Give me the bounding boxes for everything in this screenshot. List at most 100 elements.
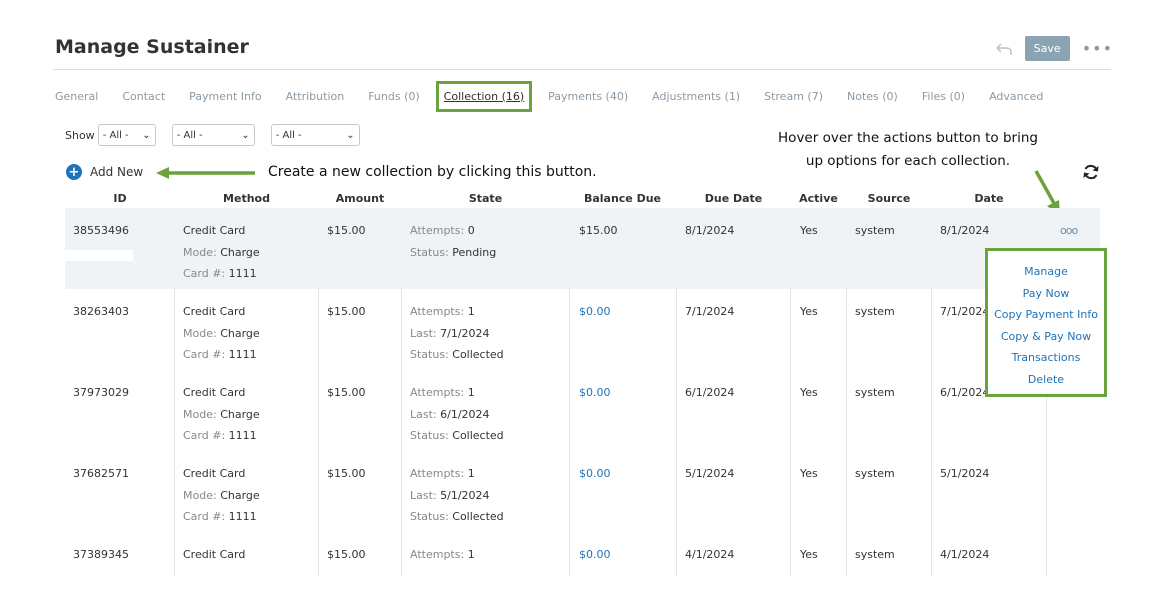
cell-method: Credit Card Mode: Charge Card #: 1111 [183, 382, 260, 447]
column-divider [401, 451, 402, 532]
row-actions-icon[interactable]: ooo [1060, 224, 1078, 237]
cell-balance-due-link[interactable]: $0.00 [579, 544, 611, 566]
tab-adjustments[interactable]: Adjustments (1) [652, 90, 740, 103]
tab-payments[interactable]: Payments (40) [548, 90, 628, 103]
column-divider [790, 289, 791, 370]
mode-label: Mode: [183, 245, 217, 259]
card-label: Card #: [183, 510, 226, 523]
col-header-balance-due[interactable]: Balance Due [569, 192, 676, 205]
filter-select-2-value: - All - [176, 129, 203, 141]
menu-item-copy-and-pay-now[interactable]: Copy & Pay Now [988, 326, 1104, 348]
tab-advanced[interactable]: Advanced [989, 90, 1043, 103]
card-line: Card #: 1111 [183, 344, 260, 366]
cell-active: Yes [800, 305, 818, 318]
col-header-active[interactable]: Active [791, 192, 846, 205]
card-label: Card #: [183, 429, 226, 442]
column-divider [790, 532, 791, 577]
refresh-icon[interactable] [1082, 163, 1100, 181]
tab-funds[interactable]: Funds (0) [368, 90, 419, 103]
status-label: Status: [410, 348, 449, 361]
mode-label: Mode: [183, 326, 217, 340]
last-line: Last: 7/1/2024 [410, 323, 504, 345]
save-button[interactable]: Save [1024, 36, 1070, 61]
table-row[interactable]: 37389345 Credit Card $15.00 Attempts: 1 … [65, 532, 1100, 577]
card-value: 1111 [228, 429, 257, 442]
table-row[interactable]: 37973029 Credit Card Mode: Charge Card #… [65, 370, 1100, 451]
status-value: Pending [452, 245, 497, 259]
table-row[interactable]: 38553496 Credit Card Mode: Charge Card #… [65, 208, 1100, 289]
status-value: Collected [452, 348, 504, 361]
col-header-state[interactable]: State [402, 192, 569, 205]
cell-source: system [855, 467, 895, 480]
cell-source: system [855, 548, 895, 561]
col-header-source[interactable]: Source [846, 192, 932, 205]
cell-balance-due-link[interactable]: $0.00 [579, 301, 611, 323]
show-label: Show [65, 128, 95, 142]
filter-select-3[interactable]: - All - ⌄ [270, 124, 360, 146]
attempts-value: 1 [467, 467, 475, 480]
menu-item-manage[interactable]: Manage [988, 261, 1104, 283]
column-divider [676, 451, 677, 532]
menu-item-transactions[interactable]: Transactions [988, 347, 1104, 369]
last-line: Last: 5/1/2024 [410, 485, 504, 507]
card-line: Card #: 1111 [183, 263, 260, 285]
filter-select-1[interactable]: - All - ⌄ [97, 124, 156, 146]
col-header-due-date[interactable]: Due Date [676, 192, 791, 205]
cell-date: 7/1/2024 [940, 305, 990, 318]
tab-collection[interactable]: Collection (16) [435, 80, 533, 112]
cell-date: 4/1/2024 [940, 548, 990, 561]
col-header-method[interactable]: Method [175, 192, 318, 205]
cell-due-date: 4/1/2024 [685, 548, 735, 561]
column-divider [846, 451, 847, 532]
cell-state: Attempts: 1 [410, 544, 475, 566]
tab-bar: General Contact Payment Info Attribution… [55, 80, 1067, 112]
cell-due-date: 5/1/2024 [685, 467, 735, 480]
tab-contact[interactable]: Contact [122, 90, 165, 103]
col-header-amount[interactable]: Amount [318, 192, 402, 205]
card-line: Card #: 1111 [183, 425, 260, 447]
tab-general[interactable]: General [55, 90, 98, 103]
title-divider [53, 69, 1111, 70]
tab-files[interactable]: Files (0) [922, 90, 965, 103]
tab-payment-info[interactable]: Payment Info [189, 90, 261, 103]
menu-item-delete[interactable]: Delete [988, 369, 1104, 391]
undo-icon[interactable] [995, 40, 1013, 58]
column-divider [174, 370, 175, 451]
status-line: Status: Collected [410, 425, 504, 447]
mode-label: Mode: [183, 488, 217, 502]
col-header-id[interactable]: ID [65, 192, 175, 205]
attempts-line: Attempts: 1 [410, 463, 504, 485]
attempts-line: Attempts: 1 [410, 382, 504, 404]
last-value: 6/1/2024 [440, 407, 490, 421]
col-header-date[interactable]: Date [932, 192, 1046, 205]
cell-source: system [855, 305, 895, 318]
cell-id: 38263403 [73, 305, 129, 318]
method-value: Credit Card [183, 386, 246, 399]
cell-method: Credit Card [183, 544, 245, 566]
chevron-down-icon: ⌄ [142, 129, 151, 141]
table-row[interactable]: 37682571 Credit Card Mode: Charge Card #… [65, 451, 1100, 532]
add-new-button[interactable]: + Add New [66, 164, 143, 180]
cell-id: 38553496 [73, 224, 129, 237]
menu-item-pay-now[interactable]: Pay Now [988, 283, 1104, 305]
attempts-line: Attempts: 0 [410, 220, 496, 242]
cell-state: Attempts: 0 Status: Pending [410, 220, 496, 263]
table-row[interactable]: 38263403 Credit Card Mode: Charge Card #… [65, 289, 1100, 370]
column-divider [931, 451, 932, 532]
top-actions: Save ••• [995, 36, 1113, 61]
column-divider [846, 532, 847, 577]
mode-line: Mode: Charge [183, 242, 260, 264]
status-value: Collected [452, 510, 504, 523]
menu-item-copy-payment-info[interactable]: Copy Payment Info [988, 304, 1104, 326]
column-divider [846, 289, 847, 370]
filter-select-2[interactable]: - All - ⌄ [171, 124, 255, 146]
tab-attribution[interactable]: Attribution [286, 90, 345, 103]
cell-date: 6/1/2024 [940, 386, 990, 399]
filter-bar: Show - All - ⌄ - All - ⌄ - All - ⌄ [65, 124, 360, 146]
tab-stream[interactable]: Stream (7) [764, 90, 823, 103]
more-options-icon[interactable]: ••• [1082, 40, 1113, 56]
tab-notes[interactable]: Notes (0) [847, 90, 898, 103]
cell-method: Credit Card Mode: Charge Card #: 1111 [183, 220, 260, 285]
cell-balance-due-link[interactable]: $0.00 [579, 382, 611, 404]
cell-balance-due-link[interactable]: $0.00 [579, 463, 611, 485]
